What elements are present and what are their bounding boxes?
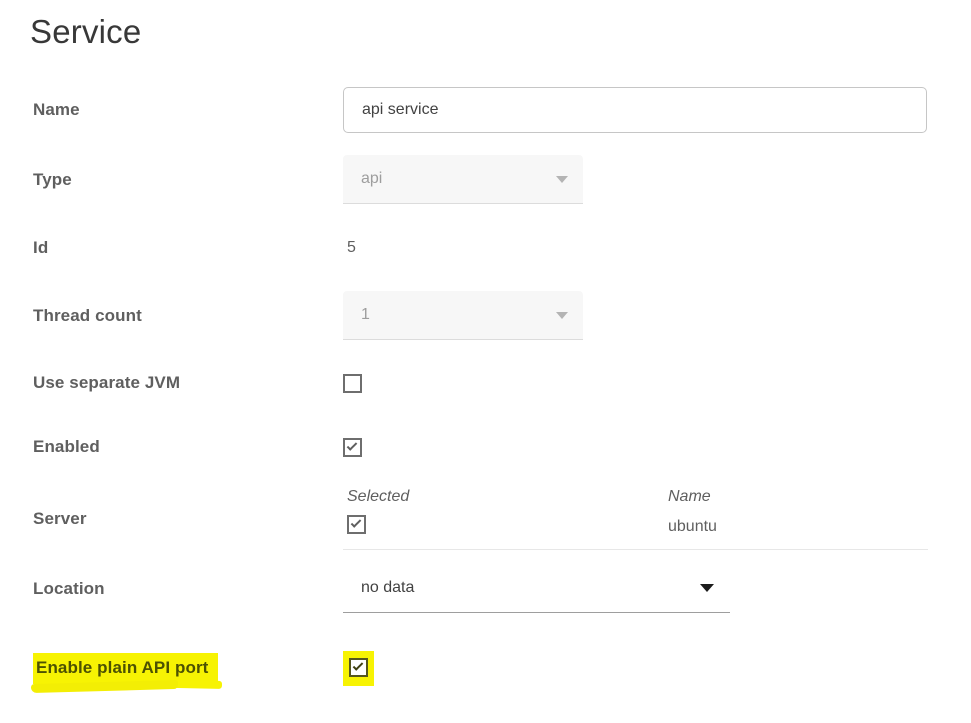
form-row-id: Id 5 [30,235,971,260]
page-title: Service [30,10,971,54]
chevron-down-icon [556,176,568,183]
server-table: Selected Name ubuntu [343,488,928,550]
form-row-type: Type api [30,155,971,204]
form-row-server: Server Selected Name ubuntu [30,488,971,550]
location-select[interactable]: no data [343,564,730,613]
type-label: Type [30,170,343,190]
server-selected-checkbox[interactable] [347,515,366,534]
thread-count-select: 1 [343,291,583,340]
form-row-enabled: Enabled [30,437,971,457]
server-name-cell: ubuntu [668,518,717,536]
enable-plain-api-port-checkbox[interactable] [349,658,368,677]
form-row-enable-plain-api-port: Enable plain API port [30,648,971,688]
location-label: Location [30,579,343,599]
location-select-value: no data [361,579,414,597]
enabled-checkbox[interactable] [343,438,362,457]
form-row-location: Location no data [30,564,971,613]
service-form-page: Service Name Type api Id 5 Thread count … [0,0,971,723]
server-column-selected: Selected [343,488,668,506]
name-input[interactable] [343,87,927,133]
chevron-down-icon [556,312,568,319]
enable-plain-api-port-label: Enable plain API port [33,653,218,684]
use-separate-jvm-label: Use separate JVM [30,373,343,393]
check-icon [347,440,358,451]
server-table-row: ubuntu [343,515,928,550]
enable-plain-api-port-highlight [343,651,374,686]
form-row-thread-count: Thread count 1 [30,291,971,340]
name-label: Name [30,100,343,120]
form-row-use-separate-jvm: Use separate JVM [30,373,971,393]
server-label: Server [30,509,343,529]
type-select-value: api [361,170,382,188]
thread-count-label: Thread count [30,306,343,326]
form-row-name: Name [30,86,971,133]
enable-plain-api-port-label-wrap: Enable plain API port [30,653,343,684]
chevron-down-icon [700,584,714,592]
check-icon [351,517,362,528]
enabled-label: Enabled [30,437,343,457]
thread-count-select-value: 1 [361,306,370,324]
use-separate-jvm-checkbox[interactable] [343,374,362,393]
server-column-name: Name [668,488,711,506]
check-icon [353,660,364,671]
id-label: Id [30,238,343,258]
server-table-header: Selected Name [343,488,928,506]
id-value: 5 [343,239,356,257]
type-select: api [343,155,583,204]
